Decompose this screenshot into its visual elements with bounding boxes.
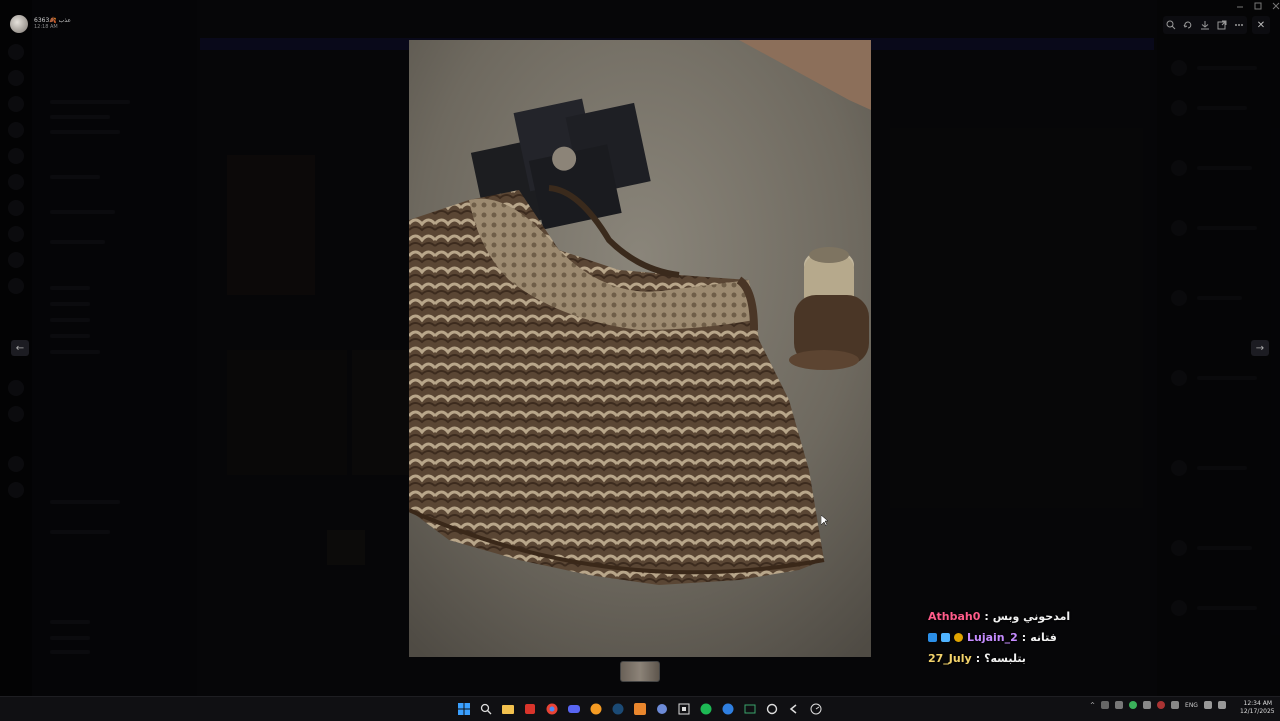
- chat-username: 27_July: [928, 652, 972, 665]
- chat-text: فتانه: [1030, 631, 1057, 644]
- maximize-icon[interactable]: [1254, 2, 1262, 10]
- chat-username: Athbah0: [928, 610, 981, 623]
- chat-username: Lujain_2: [967, 631, 1018, 644]
- system-tray: ^ ENG: [1090, 701, 1226, 709]
- chat-text: بتلبسه؟: [984, 652, 1026, 665]
- rotate-icon[interactable]: [1182, 19, 1194, 31]
- arrow-right-icon: →: [1255, 342, 1265, 354]
- search-icon[interactable]: [477, 700, 495, 718]
- discord-icon[interactable]: [565, 700, 583, 718]
- file-explorer-icon[interactable]: [499, 700, 517, 718]
- tray-discord-icon[interactable]: [1115, 701, 1124, 709]
- clock-date: 12/17/2025: [1240, 708, 1275, 715]
- taskbar-clock[interactable]: 12:34 AM 12/17/2025: [1240, 700, 1275, 716]
- app-gauge-icon[interactable]: [807, 700, 825, 718]
- spotify-icon[interactable]: [697, 700, 715, 718]
- app-blue-icon[interactable]: [653, 700, 671, 718]
- uploader-name: عذب 🍂6363: [34, 17, 72, 24]
- window-controls: [1236, 2, 1280, 10]
- viewer-toolbar: [1163, 16, 1247, 34]
- arrow-left-icon: ←: [15, 342, 25, 354]
- download-icon[interactable]: [1199, 19, 1211, 31]
- close-viewer-button[interactable]: ✕: [1252, 16, 1270, 34]
- app-qr-icon[interactable]: [675, 700, 693, 718]
- start-icon[interactable]: [455, 700, 473, 718]
- zoom-icon[interactable]: [1165, 19, 1177, 31]
- avatar: [10, 15, 28, 33]
- previous-image-button[interactable]: ←: [11, 340, 29, 356]
- minimize-icon[interactable]: [1236, 2, 1244, 10]
- tray-status-icon[interactable]: [1129, 701, 1138, 709]
- window-close-icon[interactable]: [1272, 2, 1280, 10]
- app-arrow-icon[interactable]: [785, 700, 803, 718]
- next-image-button[interactable]: →: [1251, 340, 1269, 356]
- chat-separator: :: [1021, 631, 1027, 644]
- steam-icon[interactable]: [609, 700, 627, 718]
- coin-badge-icon: [954, 633, 963, 642]
- upload-time: 12:18 AM: [34, 24, 58, 30]
- tray-red-icon[interactable]: [1157, 701, 1166, 709]
- clock-time: 12:34 AM: [1243, 700, 1272, 707]
- taskbar-apps: [455, 700, 825, 718]
- chat-text: امدحوني وبس: [992, 610, 1071, 623]
- app-red-icon[interactable]: [521, 700, 539, 718]
- viewer-image[interactable]: [409, 40, 871, 657]
- app-orange-triangle-icon[interactable]: [631, 700, 649, 718]
- tray-controller-icon[interactable]: [1171, 701, 1180, 709]
- chat-separator: :: [984, 610, 989, 623]
- chrome-icon[interactable]: [543, 700, 561, 718]
- uploader-info: عذب 🍂6363 12:18 AM: [10, 15, 71, 33]
- chat-message: Lujain_2 : فتانه: [928, 627, 1070, 648]
- network-icon[interactable]: [1203, 701, 1212, 709]
- image-thumbnail[interactable]: [620, 661, 660, 682]
- language-indicator[interactable]: ENG: [1185, 702, 1198, 709]
- app-ring-icon[interactable]: [763, 700, 781, 718]
- chat-message: Athbah0 : امدحوني وبس: [928, 606, 1070, 627]
- close-icon: ✕: [1256, 19, 1266, 31]
- chat-message: 27_July : بتلبسه؟: [928, 648, 1070, 669]
- app-green-outline-icon[interactable]: [741, 700, 759, 718]
- app-orange-icon[interactable]: [587, 700, 605, 718]
- taskbar: ^ ENG 12:34 AM 12/17/2025: [0, 696, 1280, 721]
- chat-separator: :: [975, 652, 981, 665]
- sub-badge-icon: [928, 633, 937, 642]
- volume-icon[interactable]: [1217, 701, 1226, 709]
- open-external-icon[interactable]: [1216, 19, 1228, 31]
- tray-chevron-icon[interactable]: ^: [1090, 702, 1095, 709]
- stream-chat-overlay: Athbah0 : امدحوني وبس Lujain_2 : فتانه 2…: [928, 606, 1070, 669]
- tray-mic-icon[interactable]: [1143, 701, 1152, 709]
- tray-app-icon[interactable]: [1101, 701, 1110, 709]
- gem-badge-icon: [941, 633, 950, 642]
- more-icon[interactable]: [1233, 19, 1245, 31]
- app-blue-circle-icon[interactable]: [719, 700, 737, 718]
